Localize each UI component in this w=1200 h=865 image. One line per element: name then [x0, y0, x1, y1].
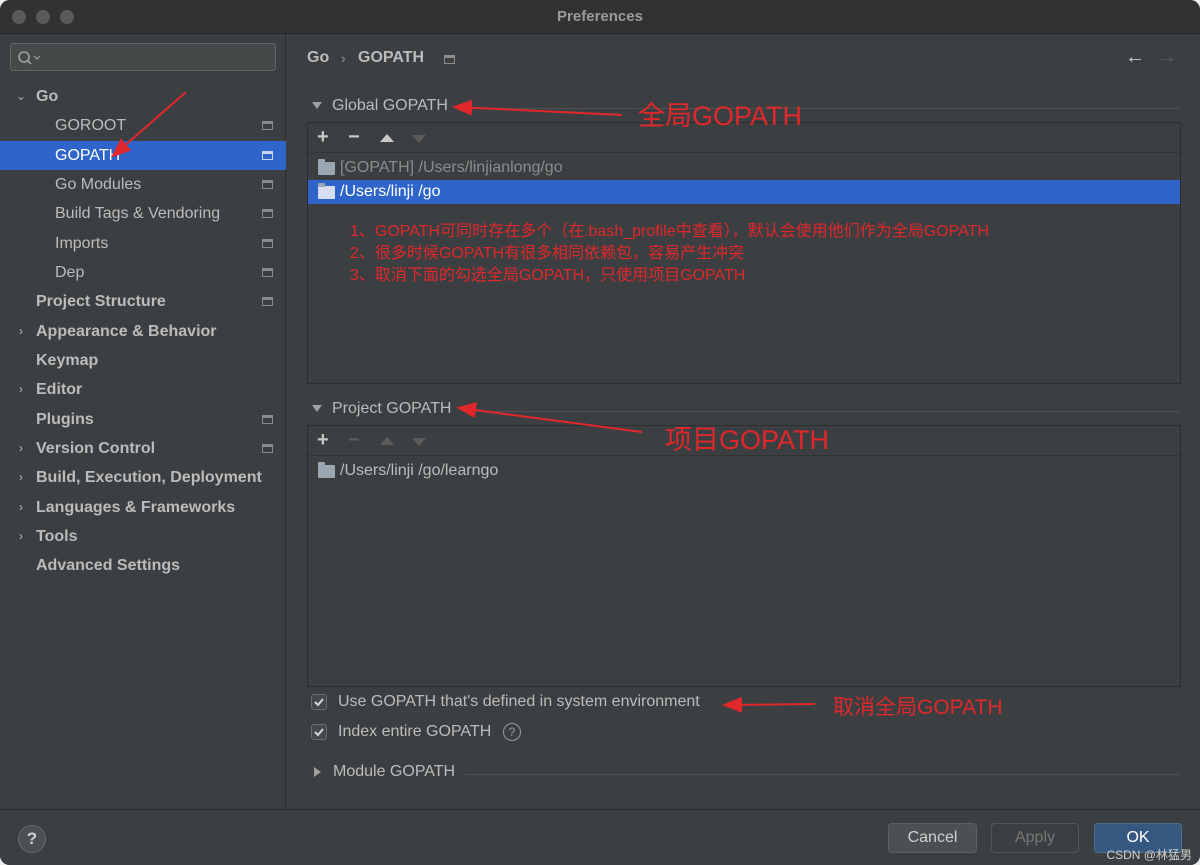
annotation-arrows: [110, 91, 816, 713]
watermark: CSDN @林猛男: [1106, 848, 1192, 862]
cancel-button[interactable]: Cancel: [888, 823, 977, 853]
dialog-footer: ? Cancel Apply OK CSDN @林猛男: [0, 809, 1200, 865]
preferences-window: Preferences ⌄ Go GOROOT GOPATH Go Module…: [0, 0, 1200, 865]
apply-button[interactable]: Apply: [991, 823, 1079, 853]
help-button[interactable]: ?: [18, 825, 46, 853]
